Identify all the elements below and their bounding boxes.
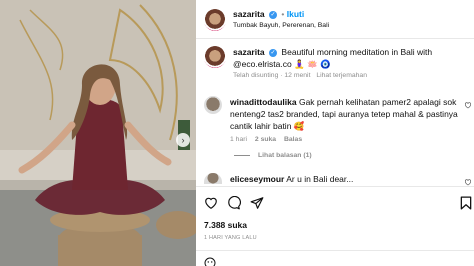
comment-item: eliceseymour Ar u in Bali dear...	[204, 173, 353, 185]
like-comment-heart-icon[interactable]	[464, 101, 472, 109]
post-header: sazarita ✓ • Ikuti Tumbak Bayuh, Pereren…	[204, 8, 329, 31]
share-plane-icon[interactable]	[250, 196, 264, 210]
header-divider	[196, 38, 474, 39]
next-image-arrow-icon[interactable]: ›	[176, 133, 190, 147]
comment-item: winadittodaulika Gak pernah kelihatan pa…	[204, 96, 462, 143]
caption-emojis: 🧘‍♀️ 🪷 🧿	[294, 59, 331, 69]
avatar[interactable]	[204, 8, 226, 31]
post-details-panel: sazarita ✓ • Ikuti Tumbak Bayuh, Pereren…	[196, 0, 474, 266]
caption-time: Telah disunting · 12 menit	[233, 72, 311, 79]
view-replies-link[interactable]: Lihat balasan (1)	[258, 152, 312, 159]
comment-text: Ar u in Bali dear...	[286, 174, 354, 184]
comment-bubble-icon[interactable]	[227, 196, 241, 210]
post-photo: ›	[0, 0, 196, 266]
reply-button[interactable]: Balas	[284, 136, 302, 143]
comment-avatar[interactable]	[204, 96, 222, 114]
dot-separator: •	[281, 9, 285, 19]
follow-button[interactable]: Ikuti	[287, 9, 304, 19]
comment-username[interactable]: winadittodaulika	[230, 97, 297, 107]
caption-mention[interactable]: @eco.elrista.co	[233, 59, 292, 69]
emoji-smiley-icon[interactable]	[204, 257, 216, 266]
header-username[interactable]: sazarita	[233, 9, 265, 19]
comment-time: 1 hari	[230, 136, 248, 143]
replies-line	[234, 155, 250, 156]
meditation-photo	[0, 0, 196, 266]
like-comment-heart-icon[interactable]	[464, 178, 472, 186]
verified-badge-icon: ✓	[269, 10, 278, 19]
caption-block: sazarita ✓ Beautiful morning meditation …	[204, 46, 469, 79]
view-replies-row[interactable]: Lihat balasan (1)	[234, 152, 312, 159]
post-time: 1 HARI YANG LALU	[204, 235, 257, 241]
caption-text: Beautiful morning meditation in Bali wit…	[281, 47, 433, 57]
verified-badge-icon: ✓	[269, 48, 278, 57]
translate-link[interactable]: Lihat terjemahan	[316, 72, 367, 79]
comment-username[interactable]: eliceseymour	[230, 174, 284, 184]
save-bookmark-icon[interactable]	[460, 196, 472, 210]
comment-likes[interactable]: 2 suka	[255, 136, 276, 143]
caption-username[interactable]: sazarita	[233, 47, 265, 57]
like-heart-icon[interactable]	[204, 196, 218, 210]
action-bar	[204, 196, 264, 210]
comment-avatar[interactable]	[204, 173, 222, 184]
caption-avatar[interactable]	[204, 46, 226, 68]
actions-divider	[196, 186, 474, 187]
input-divider	[196, 250, 474, 251]
location-link[interactable]: Tumbak Bayuh, Pererenan, Bali	[233, 20, 329, 31]
likes-count[interactable]: 7.388 suka	[204, 219, 247, 231]
